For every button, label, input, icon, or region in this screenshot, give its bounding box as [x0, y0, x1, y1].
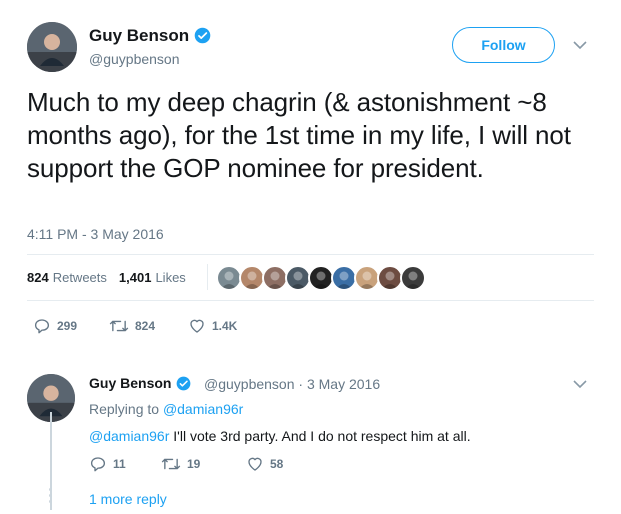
retweet-button[interactable]: 19: [161, 455, 246, 473]
chevron-down-icon[interactable]: [572, 377, 588, 395]
replying-to-link[interactable]: @damian96r: [163, 401, 243, 417]
likers-avatars: [216, 265, 426, 291]
heart-icon: [248, 457, 262, 471]
tweet-text: Much to my deep chagrin (& astonishment …: [27, 87, 571, 183]
retweet-count: 19: [187, 457, 201, 471]
reply-author-name-text[interactable]: Guy Benson: [89, 375, 171, 391]
likes-stat[interactable]: 1,401 Likes: [119, 270, 186, 285]
reply-author-handle[interactable]: @guypbenson: [204, 376, 295, 392]
reply-actions: 11 19 58: [89, 455, 283, 473]
thread-dots: [49, 488, 52, 506]
heart-icon: [190, 319, 204, 333]
like-button[interactable]: 58: [246, 455, 283, 473]
retweet-count: 824: [135, 319, 156, 333]
stats-separator: [207, 264, 208, 290]
mention-link[interactable]: @damian96r: [89, 428, 169, 444]
tweet-stats: 824 Retweets 1,401 Likes: [27, 270, 198, 285]
reply-icon: [34, 319, 50, 334]
meta-separator: ·: [294, 376, 307, 392]
tweet-timestamp[interactable]: 4:11 PM - 3 May 2016: [27, 226, 164, 242]
reply-count: 11: [113, 457, 126, 471]
reply-author-name[interactable]: Guy Benson: [89, 375, 191, 394]
like-count: 58: [270, 457, 284, 471]
retweet-icon: [161, 458, 181, 470]
reply-date[interactable]: 3 May 2016: [307, 376, 380, 392]
likes-label: Likes: [155, 270, 186, 285]
retweet-button[interactable]: 824: [109, 317, 188, 335]
reply-meta: @guypbenson · 3 May 2016: [204, 376, 380, 392]
replying-prefix: Replying to: [89, 401, 160, 417]
divider: [27, 254, 594, 255]
tweet-actions: 299 824 1.4K: [33, 317, 237, 335]
author-handle[interactable]: @guypbenson: [89, 51, 180, 67]
reply-text: @damian96r I'll vote 3rd party. And I do…: [89, 428, 471, 444]
author-avatar[interactable]: [27, 22, 77, 72]
like-button[interactable]: 1.4K: [188, 317, 237, 335]
reply-button[interactable]: 299: [33, 317, 109, 335]
author-name[interactable]: Guy Benson: [89, 26, 211, 49]
retweets-label: Retweets: [52, 270, 107, 285]
follow-button[interactable]: Follow: [452, 27, 555, 63]
reply-icon: [90, 457, 106, 472]
retweet-icon: [109, 320, 129, 332]
avatar-9[interactable]: [400, 265, 426, 291]
like-count: 1.4K: [212, 319, 238, 333]
divider: [27, 300, 594, 301]
replying-to: Replying to @damian96r: [89, 401, 243, 417]
author-name-text[interactable]: Guy Benson: [89, 26, 189, 45]
retweets-stat[interactable]: 824 Retweets: [27, 270, 107, 285]
reply-count: 299: [57, 319, 78, 333]
likes-count: 1,401: [118, 270, 152, 285]
reply-button[interactable]: 11: [89, 455, 161, 473]
retweets-count: 824: [27, 270, 49, 285]
verified-badge-icon: [176, 376, 191, 394]
verified-badge-icon: [194, 27, 211, 49]
more-replies-link[interactable]: 1 more reply: [89, 491, 167, 507]
reply-text-body: I'll vote 3rd party. And I do not respec…: [169, 428, 471, 444]
chevron-down-icon[interactable]: [572, 38, 588, 56]
